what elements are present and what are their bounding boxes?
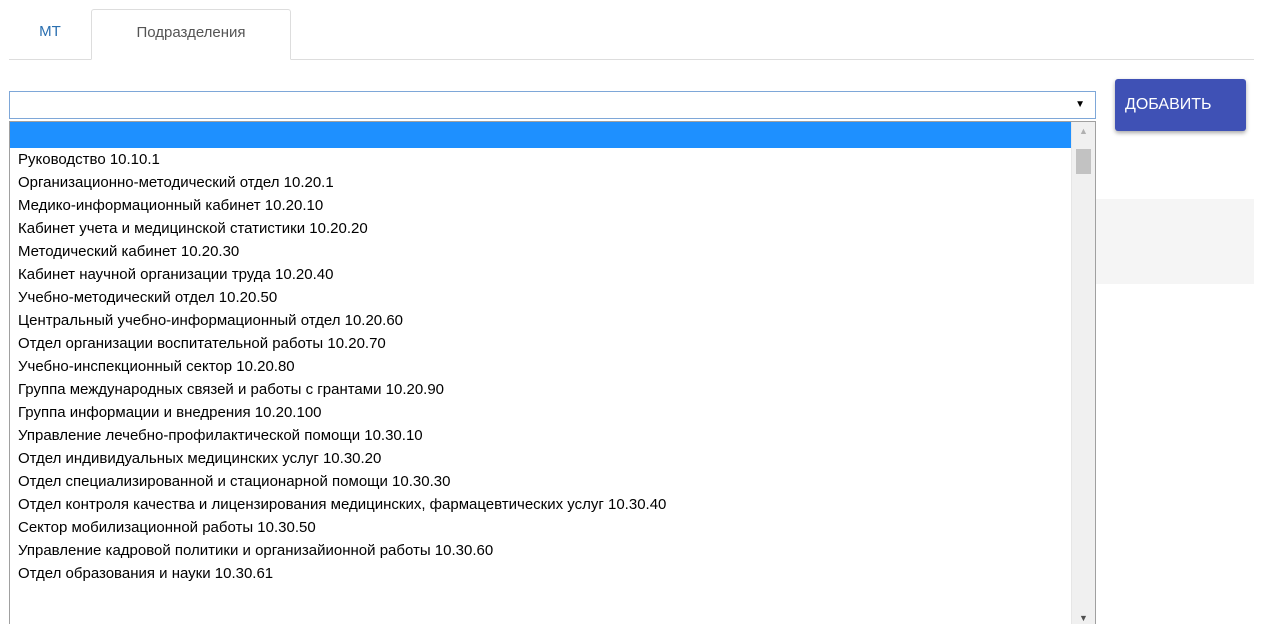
- division-select[interactable]: ▼: [9, 91, 1096, 119]
- scroll-down-arrow-icon[interactable]: ▼: [1072, 613, 1095, 623]
- tab-bar: МТ Подразделения: [9, 9, 1254, 60]
- tab-mt[interactable]: МТ: [9, 9, 91, 58]
- add-button[interactable]: ДОБАВИТЬ: [1115, 79, 1246, 131]
- option-item[interactable]: Отдел специализированной и стационарной …: [10, 470, 1072, 493]
- content-panel: [1092, 199, 1254, 284]
- option-item[interactable]: Руководство 10.10.1: [10, 148, 1072, 171]
- options-list: Руководство 10.10.1 Организационно-методи…: [10, 122, 1072, 585]
- option-item[interactable]: Управление кадровой политики и организай…: [10, 539, 1072, 562]
- option-item[interactable]: Отдел контроля качества и лицензирования…: [10, 493, 1072, 516]
- option-item[interactable]: Организационно-методический отдел 10.20.…: [10, 171, 1072, 194]
- option-item[interactable]: Отдел индивидуальных медицинских услуг 1…: [10, 447, 1072, 470]
- option-item[interactable]: Управление лечебно-профилактической помо…: [10, 424, 1072, 447]
- option-item[interactable]: Отдел образования и науки 10.30.61: [10, 562, 1072, 585]
- option-item[interactable]: Медико-информационный кабинет 10.20.10: [10, 194, 1072, 217]
- option-item[interactable]: Отдел организации воспитательной работы …: [10, 332, 1072, 355]
- option-item[interactable]: Кабинет учета и медицинской статистики 1…: [10, 217, 1072, 240]
- option-selected[interactable]: [10, 122, 1072, 148]
- option-item[interactable]: Группа информации и внедрения 10.20.100: [10, 401, 1072, 424]
- option-item[interactable]: Центральный учебно-информационный отдел …: [10, 309, 1072, 332]
- option-item[interactable]: Кабинет научной организации труда 10.20.…: [10, 263, 1072, 286]
- option-item[interactable]: Учебно-инспекционный сектор 10.20.80: [10, 355, 1072, 378]
- scroll-thumb[interactable]: [1076, 149, 1091, 174]
- option-item[interactable]: Учебно-методический отдел 10.20.50: [10, 286, 1072, 309]
- select-dropdown-list[interactable]: Руководство 10.10.1 Организационно-методи…: [9, 121, 1096, 624]
- tab-divisions[interactable]: Подразделения: [91, 9, 291, 60]
- scroll-up-arrow-icon[interactable]: ▲: [1072, 126, 1095, 136]
- triangle-down-icon: ▼: [1075, 99, 1085, 110]
- option-item[interactable]: Сектор мобилизационной работы 10.30.50: [10, 516, 1072, 539]
- scrollbar[interactable]: ▲ ▼: [1071, 122, 1095, 624]
- option-item[interactable]: Методический кабинет 10.20.30: [10, 240, 1072, 263]
- option-item[interactable]: Группа международных связей и работы с г…: [10, 378, 1072, 401]
